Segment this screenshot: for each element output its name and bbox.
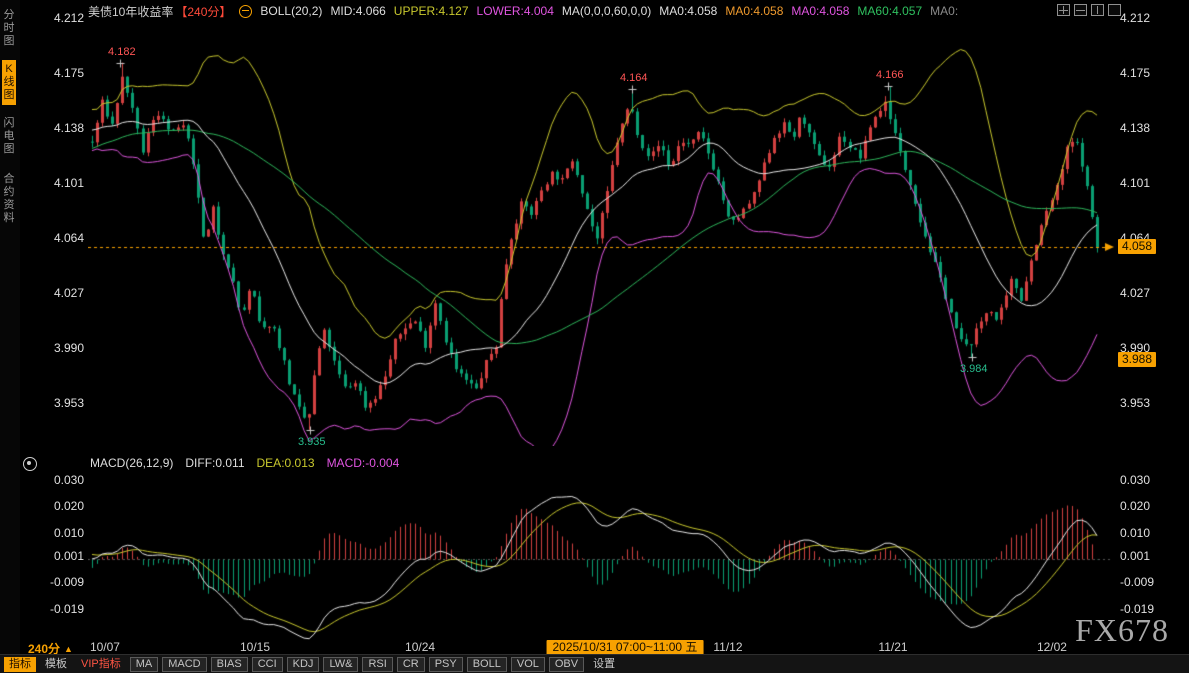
axis-tick-label: 4.101 — [1120, 176, 1150, 190]
toolbar-button-templates[interactable]: 模板 — [40, 657, 72, 672]
macd-hist-value: MACD:-0.004 — [327, 456, 400, 470]
toolbar-button-cr[interactable]: CR — [397, 657, 425, 672]
toolbar-button-ma[interactable]: MA — [130, 657, 159, 672]
axis-tick-label: 4.064 — [54, 231, 84, 245]
axis-tick-label: 0.030 — [1120, 473, 1150, 487]
toolbar-button-indicators[interactable]: 指标 — [4, 657, 36, 672]
axis-tick-label: -0.009 — [50, 575, 84, 589]
axis-tick-label: 3.953 — [1120, 396, 1150, 410]
axis-tick-label: 3.953 — [54, 396, 84, 410]
axis-tick-label: 0.010 — [54, 526, 84, 540]
sidebar-tab-candlestick-chart[interactable]: K线图 — [2, 60, 16, 105]
toolbar-button-psy[interactable]: PSY — [429, 657, 463, 672]
axis-tick-label: 4.212 — [1120, 11, 1150, 25]
axis-tick-label: 0.001 — [54, 549, 84, 563]
axis-tick-label: 3.990 — [54, 341, 84, 355]
trading-app-window: 分时图 K线图 闪电图 合约资料 美债10年收益率 【240分】 BOLL(20… — [0, 0, 1189, 673]
bottom-toolbar: 指标模板 VIP指标 MAMACD BIAS CCI KDJLW&RSI CR PSY BOLL… — [0, 654, 1189, 673]
axis-tick-label: 4.027 — [1120, 286, 1150, 300]
axis-tick-label: 4.138 — [54, 121, 84, 135]
axis-tick-label: 0.001 — [1120, 549, 1150, 563]
toolbar-button-cci[interactable]: CCI — [252, 657, 283, 672]
axis-tick-label: 4.175 — [1120, 66, 1150, 80]
macd-chart-canvas[interactable] — [88, 470, 1116, 640]
macd-diff-value: DIFF:0.011 — [185, 456, 244, 470]
axis-tick-label: -0.019 — [50, 602, 84, 616]
time-axis-label: 11/12 — [713, 640, 742, 654]
toolbar-button-rsi[interactable]: RSI — [362, 657, 392, 672]
toolbar-button-vol[interactable]: VOL — [511, 657, 545, 672]
price-level-badge: 3.988 — [1118, 352, 1156, 367]
current-price-badge: 4.058 — [1118, 239, 1156, 254]
axis-tick-label: 0.020 — [1120, 499, 1150, 513]
axis-tick-label: 0.030 — [54, 473, 84, 487]
time-axis-label: 11/21 — [878, 640, 907, 654]
axis-tick-label: 4.101 — [54, 176, 84, 190]
axis-tick-label: 0.020 — [54, 499, 84, 513]
axis-tick-label: 4.027 — [54, 286, 84, 300]
axis-tick-label: 4.175 — [54, 66, 84, 80]
time-axis-label: 12/02 — [1037, 640, 1067, 654]
toolbar-button-macd[interactable]: MACD — [162, 657, 206, 672]
time-axis-label: 10/15 — [240, 640, 270, 654]
toolbar-button-boll[interactable]: BOLL — [467, 657, 507, 672]
toolbar-button-obv[interactable]: OBV — [549, 657, 584, 672]
toolbar-button-bias[interactable]: BIAS — [211, 657, 248, 672]
sidebar-tab-time-chart[interactable]: 分时图 — [2, 6, 16, 51]
sidebar-tab-lightning-chart[interactable]: 闪电图 — [2, 114, 16, 159]
axis-tick-label: 4.212 — [54, 11, 84, 25]
macd-params-label: MACD(26,12,9) — [90, 456, 173, 470]
toolbar-button-settings[interactable]: 设置 — [588, 657, 620, 672]
axis-tick-label: -0.009 — [1120, 575, 1154, 589]
price-axis-right: 4.2124.1754.1384.1014.0644.0273.9903.953… — [1119, 0, 1189, 673]
toolbar-button-vip-indicators[interactable]: VIP指标 — [76, 657, 126, 672]
macd-dea-value: DEA:0.013 — [257, 456, 315, 470]
axis-tick-label: 0.010 — [1120, 526, 1150, 540]
axis-tick-label: 4.138 — [1120, 121, 1150, 135]
price-chart-canvas[interactable] — [88, 14, 1116, 446]
time-axis-label: 10/07 — [90, 640, 120, 654]
macd-header-bar: MACD(26,12,9) DIFF:0.011 DEA:0.013 MACD:… — [90, 456, 399, 470]
selected-time-label: 2025/10/31 07:00~11:00 五 — [546, 640, 703, 655]
toolbar-button-lw[interactable]: LW& — [323, 657, 358, 672]
left-sidebar: 分时图 K线图 闪电图 合约资料 — [0, 0, 20, 673]
watermark: FX678 — [1075, 612, 1169, 649]
period-up-arrow-icon: ▲ — [64, 644, 73, 654]
indicator-panel-target-icon[interactable] — [23, 457, 37, 471]
toolbar-button-kdj[interactable]: KDJ — [287, 657, 320, 672]
time-axis-label: 10/24 — [405, 640, 435, 654]
sidebar-tab-contract-info[interactable]: 合约资料 — [2, 170, 16, 228]
